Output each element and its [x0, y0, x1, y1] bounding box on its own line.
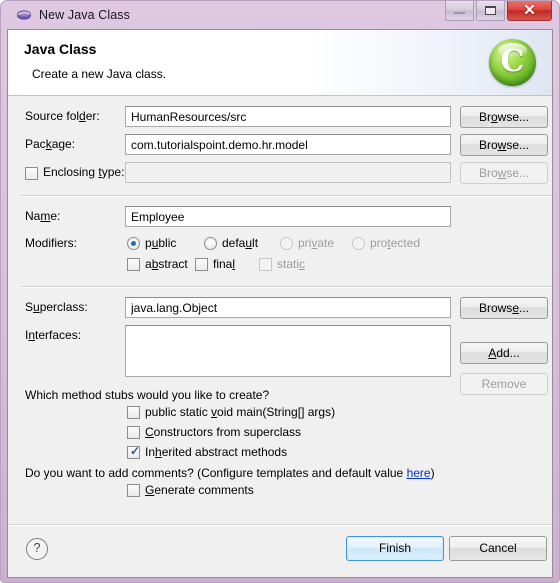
modifier-checkbox-final[interactable]	[195, 258, 208, 271]
logo-letter: C	[500, 43, 525, 79]
section-separator-1	[21, 195, 552, 197]
close-button[interactable]: ✕	[507, 1, 552, 21]
modifier-label-protected: protected	[370, 236, 421, 250]
cancel-button[interactable]: Cancel	[449, 536, 547, 561]
modifiers-row: Modifiers: public default private protec…	[8, 233, 552, 277]
source-folder-label: Source folder:	[25, 109, 100, 123]
window-controls: ✕	[445, 1, 552, 21]
package-input[interactable]	[125, 134, 451, 155]
package-label: Package:	[25, 137, 76, 151]
modifier-radio-protected[interactable]	[352, 237, 365, 250]
superclass-label: Superclass:	[25, 300, 88, 314]
maximize-button[interactable]	[476, 1, 505, 21]
source-folder-row: Source folder: Browse...	[8, 106, 552, 128]
enclosing-type-browse-button[interactable]: Browse...	[460, 162, 548, 184]
modifier-radio-default[interactable]	[204, 237, 217, 250]
class-name-input[interactable]	[125, 206, 451, 227]
modifier-label-static: static	[277, 257, 306, 271]
source-folder-input[interactable]	[125, 106, 451, 127]
method-stub-label-inherited: Inherited abstract methods	[145, 445, 288, 459]
interfaces-listbox[interactable]	[125, 325, 451, 377]
enclosing-type-label: Enclosing type:	[43, 165, 125, 179]
configure-templates-link[interactable]: here	[407, 466, 431, 480]
package-row: Package: Browse...	[8, 134, 552, 156]
method-stub-checkbox-inherited[interactable]: ✓	[127, 444, 141, 459]
modifier-radio-private[interactable]	[280, 237, 293, 250]
modifier-label-abstract: abstract	[145, 257, 188, 271]
method-stub-main-row: public static void main(String[] args)	[8, 403, 552, 423]
method-stub-label-main: public static void main(String[] args)	[145, 405, 336, 419]
generate-comments-checkbox[interactable]	[127, 484, 140, 497]
dialog-client-area: Java Class Create a new Java class. C So…	[7, 29, 553, 578]
window-title: New Java Class	[39, 8, 131, 22]
interfaces-remove-button[interactable]: Remove	[460, 373, 548, 395]
name-row: Name:	[8, 206, 552, 228]
interfaces-add-button[interactable]: Add...	[460, 342, 548, 364]
close-icon: ✕	[523, 2, 536, 19]
comments-question: Do you want to add comments? (Configure …	[25, 466, 435, 480]
java-class-logo-icon: C	[489, 39, 536, 86]
dialog-footer: ? Finish Cancel	[8, 524, 552, 577]
name-label: Name:	[25, 209, 61, 223]
minimize-icon	[454, 12, 465, 14]
interfaces-row: Interfaces: Add... Remove	[8, 325, 552, 395]
generate-comments-label: Generate comments	[145, 483, 254, 497]
method-stub-checkbox-main[interactable]	[127, 406, 140, 419]
modifier-label-public: public	[145, 236, 177, 250]
maximize-icon	[485, 6, 496, 15]
modifier-checkbox-abstract[interactable]	[127, 258, 140, 271]
page-subtitle: Create a new Java class.	[32, 67, 167, 81]
method-stub-inherited-row: ✓ Inherited abstract methods	[8, 443, 552, 463]
wizard-banner: Java Class Create a new Java class. C	[8, 30, 552, 96]
superclass-input[interactable]	[125, 297, 451, 318]
modifier-label-private: private	[298, 236, 335, 250]
help-icon[interactable]: ?	[26, 538, 48, 560]
enclosing-type-input[interactable]	[125, 162, 451, 183]
modifier-label-final: final	[213, 257, 236, 271]
modifier-checkbox-static[interactable]	[259, 258, 272, 271]
check-icon: ✓	[130, 444, 141, 458]
title-bar: New Java Class ✕	[7, 1, 553, 29]
eclipse-icon	[16, 7, 32, 23]
method-stub-checkbox-constructors[interactable]	[127, 426, 140, 439]
source-folder-browse-button[interactable]: Browse...	[460, 106, 548, 128]
modifier-label-default: default	[222, 236, 259, 250]
minimize-button[interactable]	[445, 1, 474, 21]
wizard-form: Source folder: Browse... Package: Browse…	[8, 96, 552, 524]
enclosing-type-row: Enclosing type: Browse...	[8, 162, 552, 184]
page-title: Java Class	[24, 41, 97, 57]
method-stub-label-constructors: Constructors from superclass	[145, 425, 302, 439]
modifiers-label: Modifiers:	[25, 236, 78, 250]
finish-button[interactable]: Finish	[346, 536, 444, 561]
superclass-browse-button[interactable]: Browse...	[460, 297, 548, 319]
modifier-radio-public[interactable]	[127, 237, 140, 250]
interfaces-label: Interfaces:	[25, 328, 82, 342]
enclosing-type-checkbox[interactable]	[25, 167, 38, 180]
generate-comments-row: Generate comments	[8, 481, 552, 501]
method-stub-constructors-row: Constructors from superclass	[8, 423, 552, 443]
superclass-row: Superclass: Browse...	[8, 297, 552, 319]
section-separator-2	[21, 286, 552, 288]
method-stubs-question: Which method stubs would you like to cre…	[25, 388, 270, 402]
dialog-window: New Java Class ✕ Java Class Create a new…	[0, 0, 560, 583]
package-browse-button[interactable]: Browse...	[460, 134, 548, 156]
